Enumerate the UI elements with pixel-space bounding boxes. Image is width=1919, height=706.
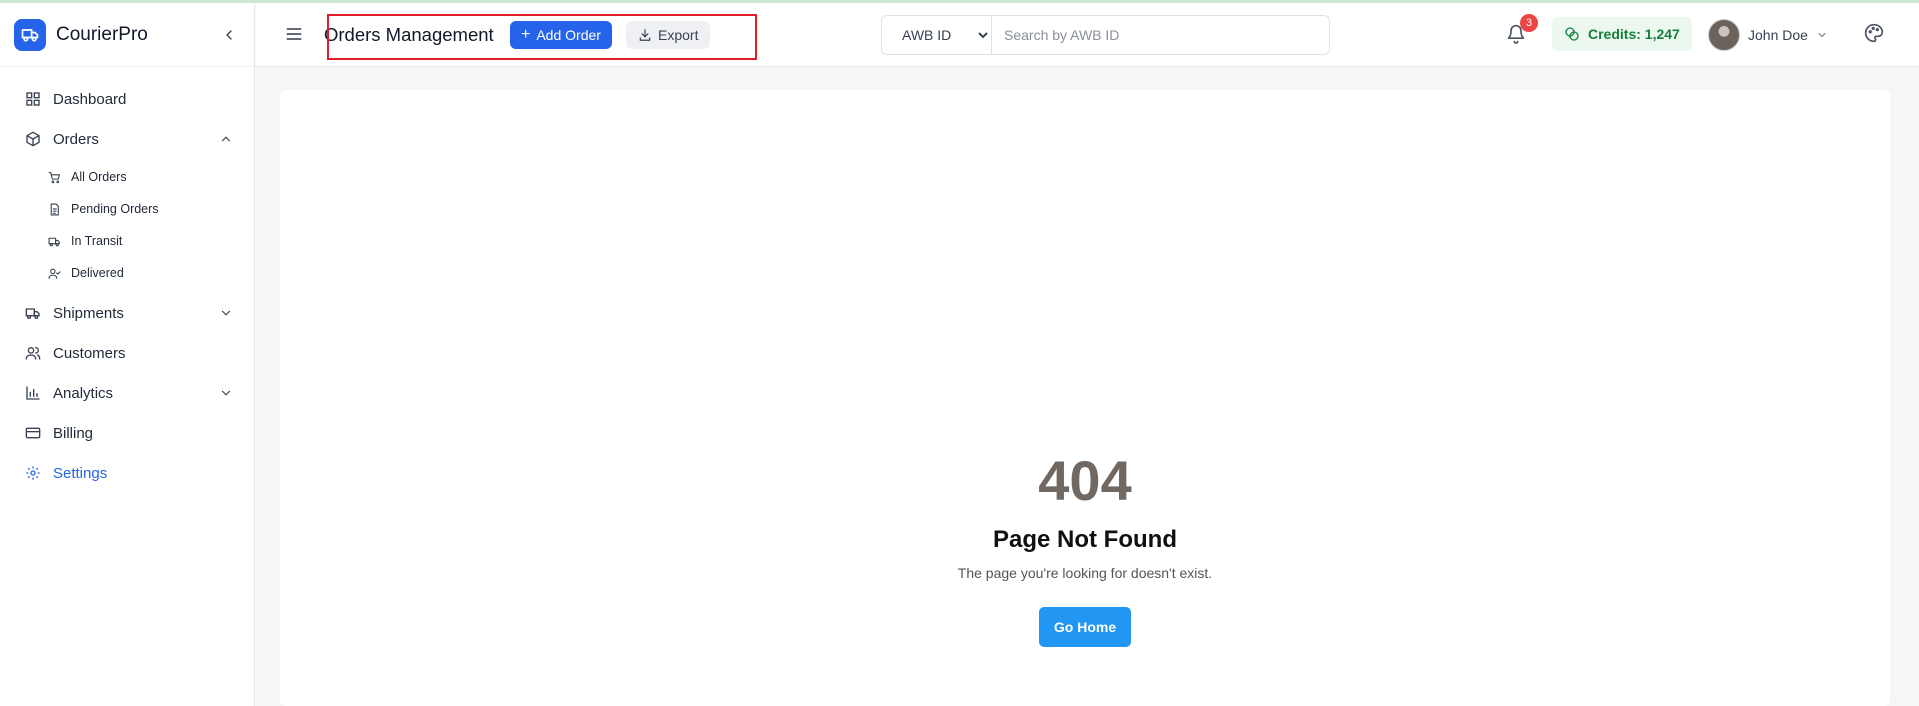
sidebar-item-settings[interactable]: Settings xyxy=(0,453,254,493)
credit-card-icon xyxy=(24,424,42,442)
user-check-icon xyxy=(47,266,61,280)
sidebar-item-orders[interactable]: Orders xyxy=(0,119,254,159)
main-content-card: 404 Page Not Found The page you're looki… xyxy=(280,90,1890,706)
credits-label: Credits: 1,247 xyxy=(1588,26,1680,42)
package-icon xyxy=(24,130,42,148)
sidebar-item-label: Settings xyxy=(53,464,108,482)
cart-icon xyxy=(47,170,61,184)
sidebar-subitem-in-transit[interactable]: In Transit xyxy=(0,225,254,257)
user-name: John Doe xyxy=(1748,27,1808,43)
sidebar-subitem-label: Pending Orders xyxy=(71,202,159,216)
collapse-sidebar-button[interactable] xyxy=(218,24,240,46)
theme-palette-button[interactable] xyxy=(1864,23,1886,45)
notification-count-badge: 3 xyxy=(1520,14,1538,32)
sidebar-subitem-pending-orders[interactable]: Pending Orders xyxy=(0,193,254,225)
sidebar-subitem-all-orders[interactable]: All Orders xyxy=(0,161,254,193)
sidebar-nav: Dashboard Orders All Orders Pending Orde… xyxy=(0,67,254,493)
brand-name: CourierPro xyxy=(56,23,148,45)
sidebar-subitem-label: In Transit xyxy=(71,234,123,248)
sidebar-item-label: Customers xyxy=(53,344,126,362)
chevron-down-icon xyxy=(1816,29,1828,41)
hamburger-menu-button[interactable] xyxy=(284,24,306,46)
error-message: The page you're looking for doesn't exis… xyxy=(957,565,1213,581)
sidebar-item-analytics[interactable]: Analytics xyxy=(0,373,254,413)
truck-logo-icon[interactable] xyxy=(14,18,46,51)
error-code: 404 xyxy=(1038,449,1132,512)
search-input[interactable] xyxy=(992,16,1329,54)
highlight-box xyxy=(327,14,757,60)
sidebar-item-dashboard[interactable]: Dashboard xyxy=(0,79,254,119)
palette-icon xyxy=(1864,23,1884,43)
sidebar-item-label: Dashboard xyxy=(53,90,127,108)
chevron-left-icon xyxy=(226,29,232,40)
error-title: Page Not Found xyxy=(993,526,1177,553)
bar-chart-icon xyxy=(24,384,42,402)
chevron-down-icon xyxy=(218,385,234,401)
menu-icon xyxy=(286,28,302,40)
sidebar-item-label: Shipments xyxy=(53,304,124,322)
sidebar: CourierPro Dashboard Orders All Orders P… xyxy=(0,3,255,706)
sidebar-subitem-label: All Orders xyxy=(71,170,127,184)
awb-search-bar: AWB ID xyxy=(881,15,1330,55)
avatar xyxy=(1708,19,1740,51)
sidebar-item-label: Orders xyxy=(53,130,99,148)
sidebar-subitem-delivered[interactable]: Delivered xyxy=(0,257,254,289)
search-type-select[interactable]: AWB ID xyxy=(882,16,992,54)
sidebar-item-billing[interactable]: Billing xyxy=(0,413,254,453)
sidebar-subitem-label: Delivered xyxy=(71,266,124,280)
go-home-button[interactable]: Go Home xyxy=(1039,607,1131,647)
gear-icon xyxy=(24,464,42,482)
grid-icon xyxy=(24,90,42,108)
chevron-up-icon xyxy=(218,131,234,147)
sidebar-item-label: Billing xyxy=(53,424,94,442)
truck-icon xyxy=(47,234,61,248)
user-menu[interactable]: John Doe xyxy=(1708,18,1828,52)
truck-icon xyxy=(24,304,42,322)
document-icon xyxy=(47,202,61,216)
sidebar-item-shipments[interactable]: Shipments xyxy=(0,293,254,333)
users-icon xyxy=(24,344,42,362)
brand: CourierPro xyxy=(0,3,254,67)
chevron-down-icon xyxy=(218,305,234,321)
orders-submenu: All Orders Pending Orders In Transit Del… xyxy=(0,159,254,293)
coins-icon xyxy=(1564,26,1580,42)
sidebar-item-customers[interactable]: Customers xyxy=(0,333,254,373)
credits-badge[interactable]: Credits: 1,247 xyxy=(1552,17,1692,51)
sidebar-item-label: Analytics xyxy=(53,384,114,402)
